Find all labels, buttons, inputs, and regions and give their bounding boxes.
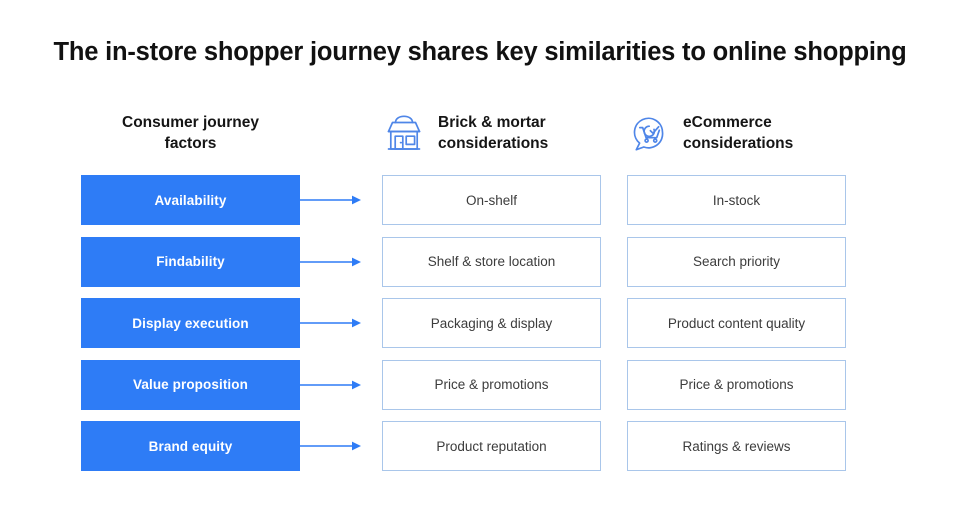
column-header-line1: Brick & mortar: [438, 114, 546, 131]
storefront-icon: [382, 112, 426, 154]
column-header-line1: Consumer journey: [122, 114, 259, 131]
column-header-line2: considerations: [683, 135, 794, 153]
cell-label: Product reputation: [436, 438, 547, 454]
table-row: Value proposition Price & promotions Price…: [0, 359, 960, 410]
factor-label: Availability: [154, 192, 227, 208]
brick-and-mortar-cell[interactable]: Packaging & display: [382, 298, 601, 348]
cell-label: Product content quality: [667, 315, 806, 331]
cell-label: Price & promotions: [434, 377, 549, 392]
column-header-brick-and-mortar: Brick & mortar considerations: [382, 112, 632, 155]
cell-label: In-stock: [712, 192, 761, 208]
table-row: Display execution Packaging & display Prod…: [0, 298, 960, 348]
cell-label: Price & promotions: [679, 377, 794, 392]
factor-label: Display execution: [132, 315, 249, 331]
cell-label: Shelf & store location: [427, 254, 556, 269]
ecommerce-cell[interactable]: Product content quality: [627, 298, 846, 348]
ecommerce-cell[interactable]: Search priority: [627, 236, 846, 287]
column-header-line2: considerations: [438, 135, 549, 153]
factor-label: Brand equity: [148, 438, 233, 454]
cell-label: Packaging & display: [430, 315, 553, 331]
factor-label: Findability: [156, 254, 225, 269]
brick-and-mortar-cell[interactable]: Shelf & store location: [382, 236, 601, 287]
table-row: Findability Shelf & store location Search …: [0, 236, 960, 287]
flow-arrow-icon: [300, 441, 361, 451]
page-title: The in-store shopper journey shares key …: [53, 38, 907, 66]
flow-arrow-icon: [300, 380, 361, 389]
factor-box[interactable]: Value proposition: [81, 359, 300, 410]
column-header-line1: eCommerce: [683, 114, 772, 131]
cell-label: Ratings & reviews: [682, 438, 791, 454]
cell-label: Search priority: [692, 254, 781, 269]
cell-label: On-shelf: [465, 192, 518, 208]
factor-label: Value proposition: [133, 377, 248, 392]
table-row: Brand equity Product reputation Ratings & …: [0, 421, 960, 471]
brick-and-mortar-cell[interactable]: Product reputation: [382, 421, 601, 471]
table-row: Availability On-shelf In-stock: [0, 175, 960, 225]
factor-box[interactable]: Display execution: [81, 298, 300, 348]
flow-arrow-icon: [300, 318, 361, 328]
factor-box[interactable]: Brand equity: [81, 421, 300, 471]
column-header-line2: factors: [164, 135, 217, 153]
ecommerce-cell[interactable]: In-stock: [627, 175, 846, 225]
ecommerce-cell[interactable]: Price & promotions: [627, 359, 846, 410]
ecommerce-cell[interactable]: Ratings & reviews: [627, 421, 846, 471]
column-header-consumer-journey-factors: Consumer journey factors: [81, 112, 300, 155]
brick-and-mortar-cell[interactable]: Price & promotions: [382, 359, 601, 410]
cart-speech-bubble-icon: [627, 112, 671, 154]
factor-box[interactable]: Availability: [81, 175, 300, 225]
column-header-ecommerce: eCommerce considerations: [627, 112, 877, 155]
flow-arrow-icon: [300, 257, 361, 266]
brick-and-mortar-cell[interactable]: On-shelf: [382, 175, 601, 225]
factor-box[interactable]: Findability: [81, 236, 300, 287]
flow-arrow-icon: [300, 195, 361, 205]
